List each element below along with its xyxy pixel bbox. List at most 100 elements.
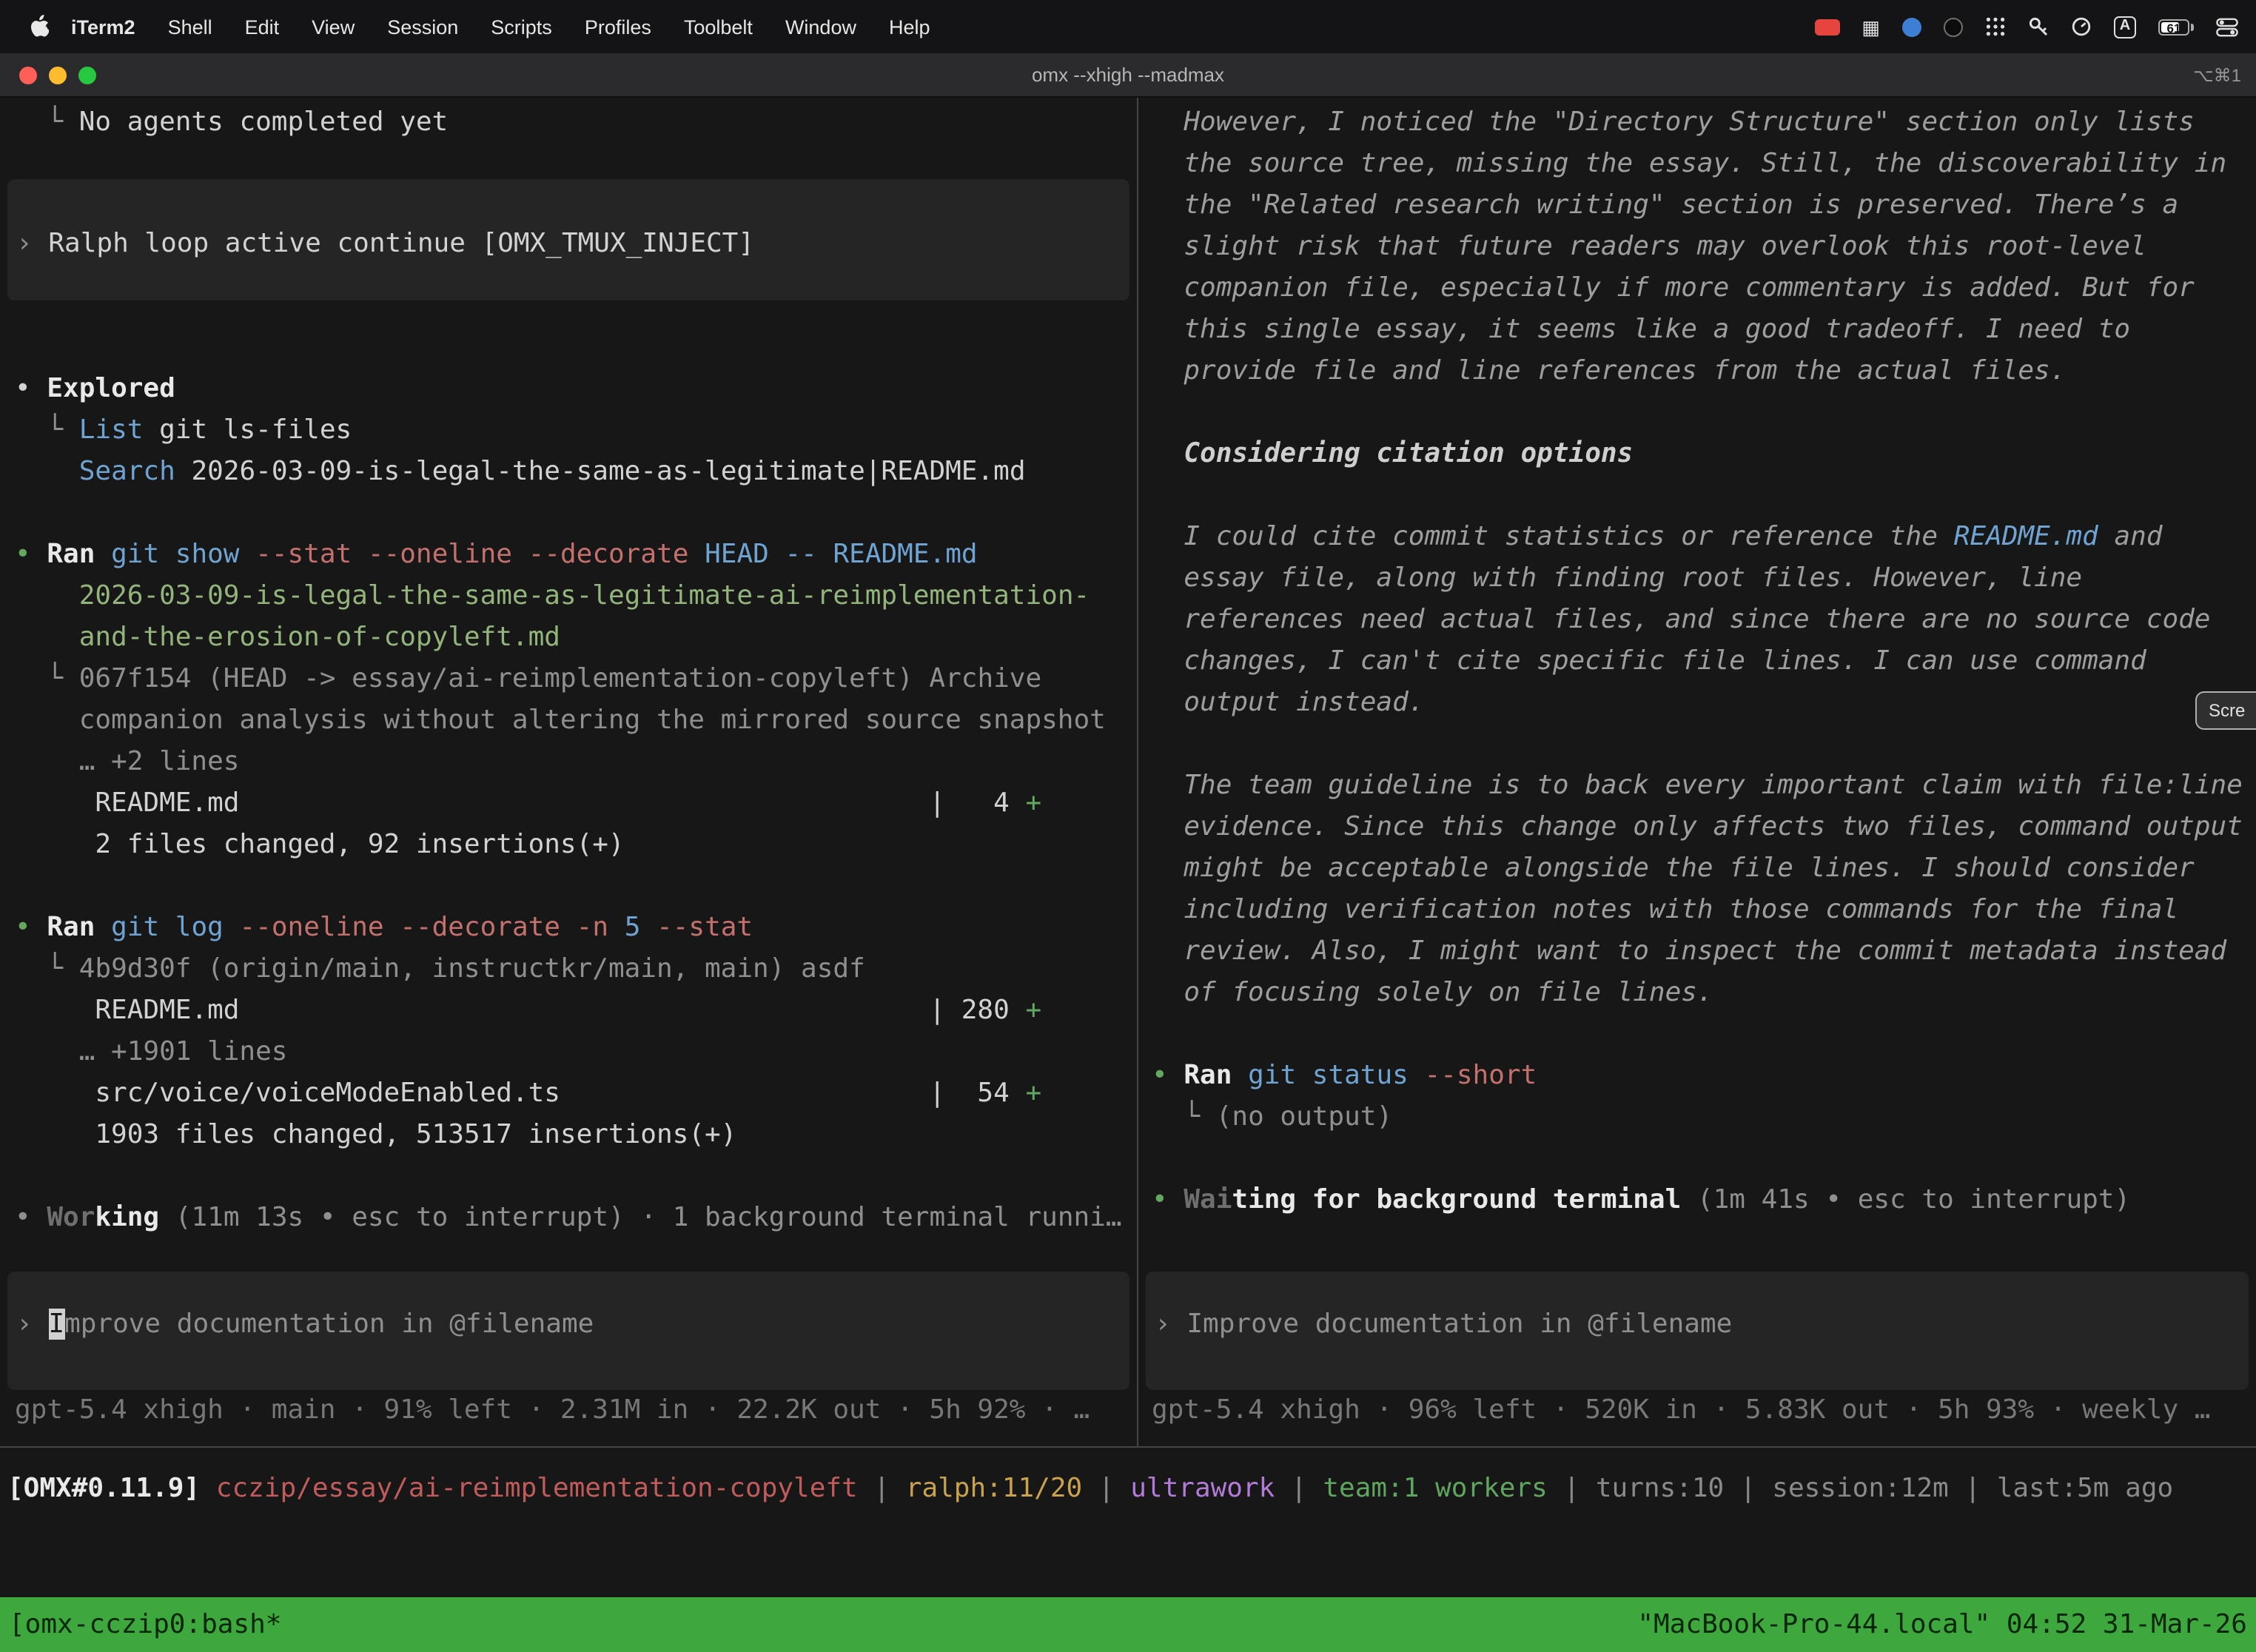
menu-toolbelt[interactable]: Toolbelt — [668, 16, 769, 38]
tmux-host-clock: "MacBook-Pro-44.local" 04:52 31-Mar-26 — [1637, 1604, 2247, 1645]
text-segment: Ralph loop active continue [OMX_TMUX_INJ… — [48, 228, 754, 259]
text-segment: this single essay, it seems like a good … — [1152, 314, 2130, 345]
terminal-line: › Ralph loop active continue [OMX_TMUX_I… — [7, 224, 1129, 265]
battery-icon[interactable]: 61 — [2158, 19, 2194, 35]
text-segment: ultrawork — [1130, 1473, 1275, 1504]
terminal-line: … +2 lines — [0, 742, 1137, 783]
menu-session[interactable]: Session — [371, 16, 474, 38]
minimize-button[interactable] — [49, 66, 67, 84]
screen-share-overlay-badge[interactable]: Scre — [2195, 691, 2256, 730]
close-button[interactable] — [19, 66, 37, 84]
terminal-line: this single essay, it seems like a good … — [1138, 309, 2256, 351]
text-segment: of focusing solely on file lines. — [1152, 977, 1713, 1008]
terminal-line: Search 2026-03-09-is-legal-the-same-as-l… — [0, 451, 1137, 493]
grid-app-icon[interactable]: ▦ — [1861, 17, 1880, 36]
text-segment: + — [1025, 1078, 1041, 1109]
text-segment: (no output) — [1216, 1101, 1392, 1132]
left-prompt-input[interactable]: › Improve documentation in @filename — [7, 1272, 1129, 1390]
omx-status-bar: [OMX#0.11.9] cczip/essay/ai-reimplementa… — [0, 1448, 2256, 1513]
battery-percent: 61 — [2160, 21, 2188, 36]
text-segment: essay file, along with finding root file… — [1152, 563, 2082, 594]
terminal-line: [OMX#0.11.9] cczip/essay/ai-reimplementa… — [0, 1468, 2256, 1510]
terminal-line: README.md | 280 + — [0, 990, 1137, 1032]
text-segment: • — [15, 373, 47, 404]
terminal-line: Considering citation options — [1138, 434, 2256, 475]
text-segment: 067f154 (HEAD -> essay/ai-reimplementati… — [79, 663, 1041, 694]
text-segment: git status — [1248, 1060, 1409, 1091]
battery-nub — [2191, 23, 2194, 30]
text-segment: references need actual files, and since … — [1152, 604, 2211, 635]
terminal-line: The team guideline is to back every impo… — [1138, 765, 2256, 807]
terminal-line: └ 4b9d30f (origin/main, instructkr/main,… — [0, 949, 1137, 990]
input-source-badge[interactable]: A — [2114, 16, 2136, 38]
text-segment: + — [1025, 788, 1041, 819]
terminal-line: companion file, especially if more comme… — [1138, 268, 2256, 309]
terminal-line: and-the-erosion-of-copyleft.md — [0, 617, 1137, 659]
text-segment — [640, 912, 657, 943]
terminal-line: the "Related research writing" section i… — [1138, 185, 2256, 226]
menu-shell[interactable]: Shell — [152, 16, 229, 38]
right-prompt-input[interactable]: › Improve documentation in @filename — [1146, 1272, 2249, 1390]
text-segment — [688, 539, 705, 570]
text-segment: I could cite commit statistics or refere… — [1152, 521, 1954, 552]
text-segment: gpt-5.4 xhigh · 96% left · 520K in · 5.8… — [1152, 1394, 2211, 1426]
text-segment: mprove documentation in @filename — [64, 1309, 594, 1340]
text-segment: git ls-files — [143, 414, 352, 446]
left-terminal-pane[interactable]: └ No agents completed yet › Ralph loop a… — [0, 98, 1138, 1446]
key-icon[interactable] — [2028, 16, 2049, 37]
text-segment: … +1901 lines — [15, 1036, 287, 1067]
terminal-line — [1138, 1014, 2256, 1055]
left-body-lines: • Explored └ List git ls-files Search 20… — [0, 327, 1137, 1239]
menu-edit[interactable]: Edit — [229, 16, 296, 38]
terminal-line — [1138, 392, 2256, 434]
menu-view[interactable]: View — [295, 16, 371, 38]
dots-grid-icon[interactable] — [1985, 16, 2006, 37]
text-segment: --stat — [657, 912, 753, 943]
terminal-line: • Ran git show --stat --oneline --decora… — [0, 534, 1137, 576]
terminal-line: 2 files changed, 92 insertions(+) — [0, 825, 1137, 866]
terminal-line: [omx-cczip0:bash* — [9, 1604, 281, 1645]
terminal-line: changes, I can't cite specific file line… — [1138, 641, 2256, 682]
ralph-loop-banner: › Ralph loop active continue [OMX_TMUX_I… — [7, 179, 1129, 300]
menu-window[interactable]: Window — [769, 16, 873, 38]
text-segment: 2026-03-09-is-legal-the-same-as-legitima… — [79, 580, 1090, 611]
tmux-status-bar: [omx-cczip0:bash* "MacBook-Pro-44.local"… — [0, 1597, 2256, 1652]
terminal-line: output instead. — [1138, 682, 2256, 724]
text-segment: the source tree, missing the essay. Stil… — [1152, 148, 2226, 179]
terminal-line — [0, 1156, 1137, 1198]
window-title-bar[interactable]: omx --xhigh --madmax ⌥⌘1 — [0, 53, 2256, 98]
text-segment: changes, I can't cite specific file line… — [1152, 645, 2146, 676]
text-segment: slight risk that future readers may over… — [1152, 231, 2146, 262]
terminal-line: • Explored — [0, 369, 1137, 410]
terminal-line: 1903 files changed, 513517 insertions(+) — [0, 1115, 1137, 1156]
menu-profiles[interactable]: Profiles — [568, 16, 668, 38]
terminal-line: essay file, along with finding root file… — [1138, 558, 2256, 600]
blue-app-icon[interactable] — [1902, 17, 1921, 36]
tmux-session-label[interactable]: [omx-cczip0:bash* — [9, 1604, 281, 1645]
terminal-line: provide file and line references from th… — [1138, 351, 2256, 392]
text-segment: evidence. Since this change only affects… — [1152, 811, 2243, 842]
terminal-area: └ No agents completed yet › Ralph loop a… — [0, 98, 2256, 1652]
menu-scripts[interactable]: Scripts — [474, 16, 568, 38]
text-segment: ralph:11/20 — [906, 1473, 1082, 1504]
apple-menu-icon[interactable] — [30, 15, 49, 38]
text-segment: └ — [15, 107, 79, 138]
menu-bar-status-icons: ▦ A 61 — [1814, 16, 2238, 38]
screen-recording-indicator-icon[interactable] — [1814, 19, 1839, 35]
control-center-icon[interactable] — [2216, 17, 2238, 36]
text-segment: provide file and line references from th… — [1152, 355, 2066, 386]
right-terminal-pane[interactable]: However, I noticed the "Directory Struct… — [1138, 98, 2256, 1446]
text-segment: Ran — [47, 539, 95, 570]
text-segment — [15, 580, 79, 611]
text-segment: 1903 files changed, 513517 insertions(+) — [15, 1119, 736, 1150]
text-segment: List — [79, 414, 144, 446]
text-segment: The team guideline is to back every impo… — [1152, 770, 2243, 801]
app-menu-iterm2[interactable]: iTerm2 — [55, 16, 152, 38]
text-segment: review. Also, I might want to inspect th… — [1152, 936, 2226, 967]
terminal-line: However, I noticed the "Directory Struct… — [1138, 102, 2256, 144]
gauge-icon[interactable] — [2071, 16, 2092, 37]
dark-app-icon[interactable] — [1944, 17, 1963, 36]
zoom-button[interactable] — [78, 66, 96, 84]
menu-help[interactable]: Help — [873, 16, 947, 38]
text-segment: team:1 workers — [1323, 1473, 1547, 1504]
